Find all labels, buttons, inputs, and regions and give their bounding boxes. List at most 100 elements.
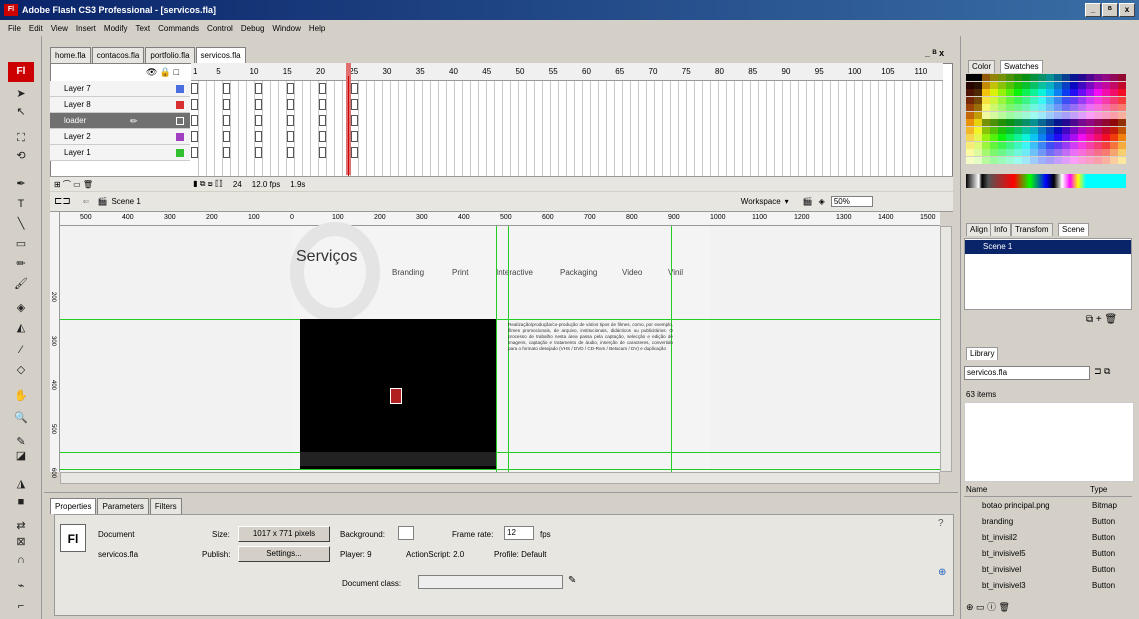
swatch[interactable] bbox=[1110, 111, 1118, 119]
swatch[interactable] bbox=[1046, 96, 1054, 104]
tab-swatches[interactable]: Swatches bbox=[1000, 60, 1043, 73]
swatch[interactable] bbox=[1102, 96, 1110, 104]
swatch[interactable] bbox=[1086, 134, 1094, 141]
swatch[interactable] bbox=[1054, 111, 1062, 119]
keyframe[interactable] bbox=[287, 99, 294, 110]
eyedropper-tool-icon[interactable]: ⁄ bbox=[13, 342, 29, 358]
doc-window-controls[interactable]: _ ᴮ x bbox=[925, 48, 944, 58]
swatch[interactable] bbox=[1014, 89, 1022, 96]
swatch[interactable] bbox=[1022, 149, 1030, 156]
swatch[interactable] bbox=[1110, 119, 1118, 126]
menu-control[interactable]: Control bbox=[203, 24, 237, 33]
keyframe[interactable] bbox=[223, 83, 230, 94]
swatch[interactable] bbox=[998, 96, 1006, 104]
swatch[interactable] bbox=[1022, 81, 1030, 89]
layer-row[interactable]: Layer 1 bbox=[50, 145, 190, 161]
keyframe[interactable] bbox=[319, 83, 326, 94]
swatch[interactable] bbox=[1094, 134, 1102, 141]
swatch[interactable] bbox=[1046, 126, 1054, 134]
swatch[interactable] bbox=[1070, 81, 1078, 89]
zoom-tool-icon[interactable]: 🔍 bbox=[13, 410, 29, 426]
swatch[interactable] bbox=[966, 74, 974, 81]
swatch[interactable] bbox=[1038, 134, 1046, 141]
swatch[interactable] bbox=[1006, 126, 1014, 134]
swatch[interactable] bbox=[998, 126, 1006, 134]
swatch[interactable] bbox=[990, 119, 998, 126]
video-controls-bar[interactable] bbox=[300, 452, 496, 466]
swatch[interactable] bbox=[990, 74, 998, 81]
swatch[interactable] bbox=[1070, 119, 1078, 126]
swatch[interactable] bbox=[982, 119, 990, 126]
swatch[interactable] bbox=[1110, 149, 1118, 156]
keyframe[interactable] bbox=[255, 115, 262, 126]
line-tool-icon[interactable]: ╲ bbox=[13, 216, 29, 232]
swatch[interactable] bbox=[1062, 111, 1070, 119]
swatch[interactable] bbox=[1118, 74, 1126, 81]
swatch[interactable] bbox=[1102, 156, 1110, 164]
swatch[interactable] bbox=[1062, 104, 1070, 111]
swatch[interactable] bbox=[1078, 134, 1086, 141]
swatch[interactable] bbox=[1038, 156, 1046, 164]
swatch[interactable] bbox=[966, 104, 974, 111]
swatch[interactable] bbox=[1038, 89, 1046, 96]
brush-tool-icon[interactable]: 🖌 bbox=[13, 276, 29, 292]
keyframe[interactable] bbox=[351, 115, 358, 126]
text-tool-icon[interactable]: T bbox=[13, 196, 29, 212]
swatch[interactable] bbox=[1014, 134, 1022, 141]
swatch[interactable] bbox=[1078, 149, 1086, 156]
swatch[interactable] bbox=[974, 89, 982, 96]
keyframe[interactable] bbox=[287, 131, 294, 142]
snap-magnet-icon[interactable]: ∩ bbox=[13, 552, 29, 568]
swatch[interactable] bbox=[1054, 81, 1062, 89]
keyframe[interactable] bbox=[223, 99, 230, 110]
tab-library[interactable]: Library bbox=[966, 347, 999, 360]
tab-servicos[interactable]: servicos.fla bbox=[195, 47, 246, 63]
swatch[interactable] bbox=[998, 134, 1006, 141]
help-icon[interactable]: ? bbox=[938, 518, 944, 529]
swatch[interactable] bbox=[1070, 156, 1078, 164]
swatch[interactable] bbox=[1070, 96, 1078, 104]
paint-bucket-tool-icon[interactable]: ◭ bbox=[13, 320, 29, 336]
swatch[interactable] bbox=[1086, 149, 1094, 156]
swatch[interactable] bbox=[982, 111, 990, 119]
fill-color-icon[interactable]: ◪ bbox=[13, 448, 29, 464]
swatch[interactable] bbox=[1070, 126, 1078, 134]
swatch[interactable] bbox=[990, 156, 998, 164]
swatch[interactable] bbox=[966, 96, 974, 104]
document-class-input[interactable] bbox=[418, 575, 563, 589]
layer-tools-icons[interactable]: ⊞ ⌒ ▭ 🗑 bbox=[54, 179, 93, 190]
swatch[interactable] bbox=[966, 156, 974, 164]
keyframe-blocks[interactable] bbox=[191, 81, 391, 161]
swatch[interactable] bbox=[966, 149, 974, 156]
swatch[interactable] bbox=[1070, 141, 1078, 149]
swatch[interactable] bbox=[1030, 126, 1038, 134]
swatch[interactable] bbox=[1110, 96, 1118, 104]
swatch[interactable] bbox=[1046, 141, 1054, 149]
chevron-down-icon[interactable]: ▾ bbox=[785, 197, 789, 206]
menu-debug[interactable]: Debug bbox=[237, 24, 269, 33]
keyframe[interactable] bbox=[223, 115, 230, 126]
back-arrow-icon[interactable]: ⇐ bbox=[83, 197, 90, 206]
swatch[interactable] bbox=[1030, 141, 1038, 149]
keyframe[interactable] bbox=[351, 83, 358, 94]
swatch[interactable] bbox=[974, 74, 982, 81]
swatch[interactable] bbox=[1038, 126, 1046, 134]
swatch[interactable] bbox=[990, 141, 998, 149]
swatch[interactable] bbox=[1038, 111, 1046, 119]
swatch[interactable] bbox=[1086, 96, 1094, 104]
swatch[interactable] bbox=[974, 111, 982, 119]
swatch[interactable] bbox=[1006, 111, 1014, 119]
swatch[interactable] bbox=[982, 81, 990, 89]
tab-scene[interactable]: Scene bbox=[1058, 223, 1089, 236]
swatch[interactable] bbox=[1054, 156, 1062, 164]
keyframe[interactable] bbox=[319, 115, 326, 126]
swatch[interactable] bbox=[1046, 74, 1054, 81]
tab-home[interactable]: home.fla bbox=[50, 47, 91, 63]
keyframe[interactable] bbox=[319, 147, 326, 158]
swatch[interactable] bbox=[1054, 104, 1062, 111]
swatch[interactable] bbox=[966, 81, 974, 89]
menu-view[interactable]: View bbox=[47, 24, 72, 33]
swatch[interactable] bbox=[1014, 141, 1022, 149]
list-item[interactable]: bt_invisivel3 Button bbox=[966, 578, 1136, 594]
swatch[interactable] bbox=[1078, 81, 1086, 89]
